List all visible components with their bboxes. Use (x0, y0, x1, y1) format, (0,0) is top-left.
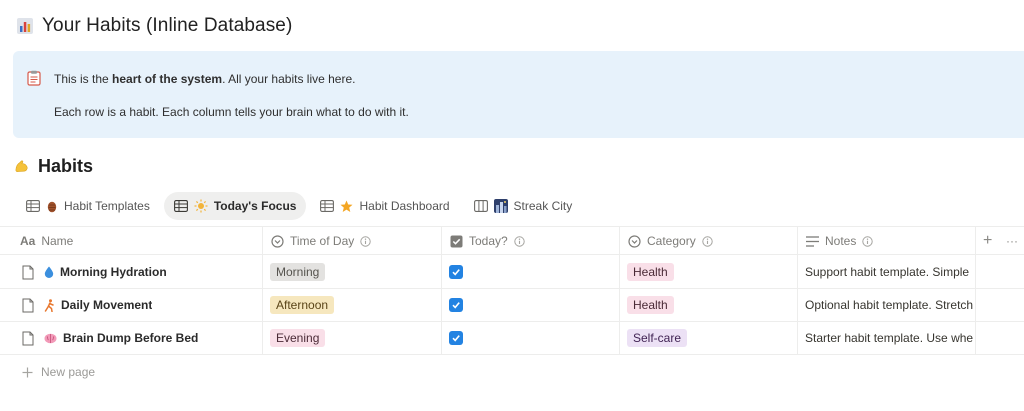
page-icon (22, 298, 34, 312)
row-name-cell[interactable]: Morning Hydration (22, 256, 167, 288)
tab-streak-city[interactable]: Streak City (464, 192, 583, 220)
category-tag[interactable]: Health (627, 263, 674, 281)
city-icon (493, 199, 508, 213)
tab-label: Streak City (513, 199, 573, 213)
tab-habit-dashboard[interactable]: Habit Dashboard (310, 192, 459, 220)
intro-callout: This is the heart of the system. All you… (13, 51, 1024, 138)
category-tag[interactable]: Health (627, 296, 674, 314)
page-icon (22, 265, 34, 279)
star-icon (340, 200, 353, 212)
notes-cell[interactable]: Optional habit template. Stretch (805, 289, 975, 321)
page-icon (22, 331, 34, 345)
notes-cell[interactable]: Support habit template. Simple (805, 256, 975, 288)
running-person-icon (44, 298, 54, 312)
add-property-button[interactable]: + (983, 227, 992, 255)
brain-icon (44, 333, 57, 343)
table-row[interactable]: Brain Dump Before Bed Evening Self-care … (0, 322, 1024, 355)
select-property-icon (628, 234, 641, 248)
title-property-icon: Aa (20, 234, 36, 248)
table-row[interactable]: Daily Movement Afternoon Health Optional… (0, 289, 1024, 322)
plus-icon (22, 367, 33, 377)
tab-todays-focus[interactable]: Today's Focus (163, 192, 307, 220)
row-name-cell[interactable]: Daily Movement (22, 289, 152, 321)
category-tag[interactable]: Self-care (627, 329, 688, 347)
callout-line-1: This is the heart of the system. All you… (54, 72, 356, 86)
text-property-icon (806, 235, 819, 247)
view-tabs: Habit Templates Today's Focus Habit Dash… (16, 192, 586, 220)
page-heading: Your Habits (Inline Database) (16, 12, 292, 40)
info-icon (862, 235, 874, 247)
section-heading: Habits (14, 153, 93, 179)
callout-line-2: Each row is a habit. Each column tells y… (54, 105, 409, 119)
bar-chart-icon (17, 18, 33, 34)
column-header-name[interactable]: Aa Name (20, 227, 73, 255)
today-checkbox[interactable] (449, 265, 463, 279)
select-property-icon (271, 234, 284, 248)
tab-habit-templates[interactable]: Habit Templates (16, 192, 160, 220)
page-title: Your Habits (Inline Database) (42, 15, 293, 36)
time-of-day-tag[interactable]: Afternoon (270, 296, 335, 314)
tab-label: Habit Dashboard (359, 199, 450, 213)
table-icon (26, 200, 40, 212)
section-title: Habits (38, 155, 94, 176)
clipboard-icon (27, 70, 41, 86)
time-of-day-tag[interactable]: Evening (270, 329, 326, 347)
info-icon (514, 235, 525, 247)
notes-cell[interactable]: Starter habit template. Use whe (805, 322, 975, 354)
today-checkbox[interactable] (449, 298, 463, 312)
info-icon (702, 235, 713, 247)
pinecone-icon (47, 201, 57, 212)
sun-icon (194, 199, 208, 213)
row-name-cell[interactable]: Brain Dump Before Bed (22, 322, 198, 354)
column-header-time-of-day[interactable]: Time of Day (271, 227, 371, 255)
droplet-icon (44, 266, 54, 278)
flexed-biceps-icon (15, 159, 28, 172)
table-icon (320, 200, 335, 212)
table-header: Aa Name Time of Day Today? Category Note… (0, 226, 1024, 255)
today-checkbox[interactable] (449, 331, 463, 345)
new-page-button[interactable]: New page (22, 363, 95, 381)
board-icon (473, 200, 488, 212)
tab-label: Habit Templates (64, 199, 150, 213)
time-of-day-tag[interactable]: Morning (270, 263, 326, 281)
column-header-today[interactable]: Today? (450, 227, 525, 255)
more-options-button[interactable]: ··· (1006, 227, 1018, 255)
checkbox-property-icon (450, 235, 463, 247)
info-icon (360, 235, 371, 247)
table-row[interactable]: Morning Hydration Morning Health Support… (0, 256, 1024, 289)
column-header-category[interactable]: Category (628, 227, 713, 255)
tab-label: Today's Focus (213, 199, 297, 213)
column-header-notes[interactable]: Notes (806, 227, 874, 255)
table-icon (173, 200, 188, 212)
